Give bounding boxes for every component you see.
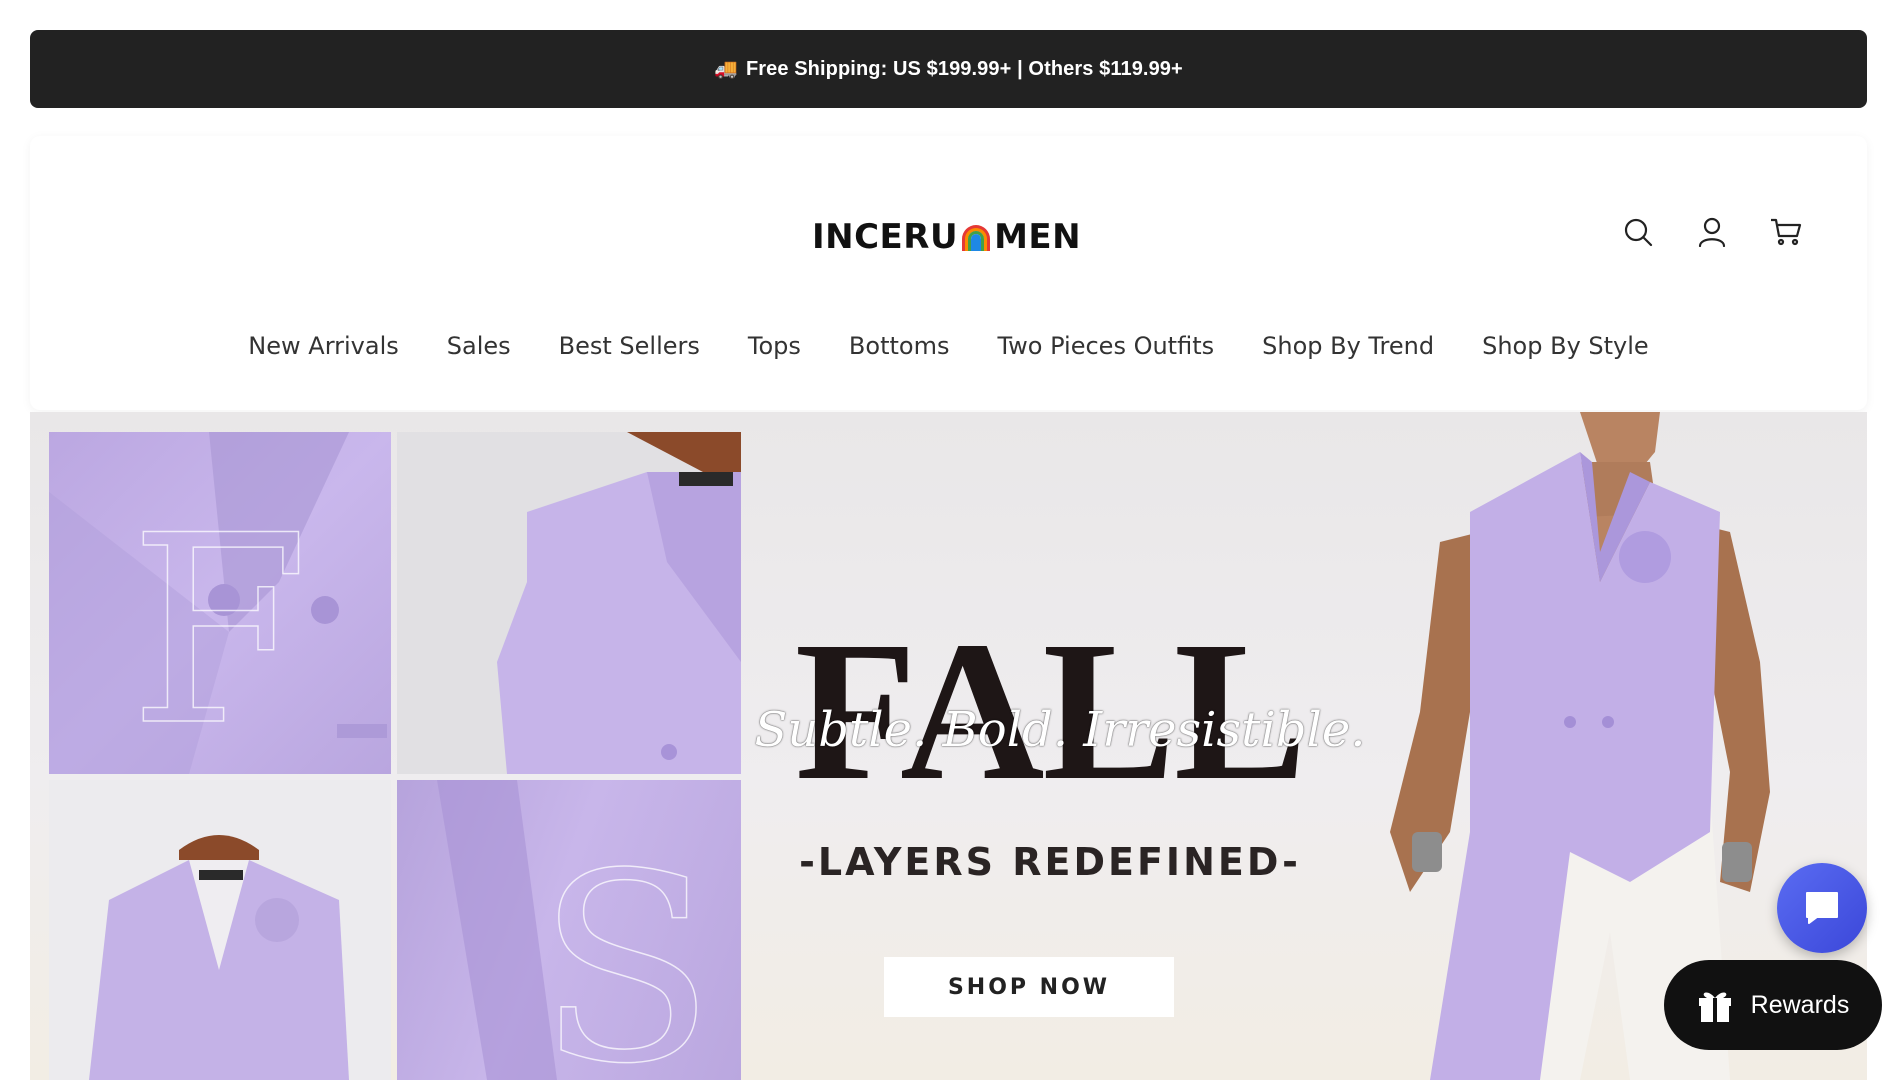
hero-banner[interactable]: F S FALL Subtle. Bold. Irresistible. -LA… <box>30 412 1867 1080</box>
nav-item-new-arrivals[interactable]: New Arrivals <box>248 332 398 372</box>
search-icon[interactable] <box>1622 214 1654 250</box>
site-header: INCERU MEN New Arrivals Sales Best Selle… <box>30 136 1867 410</box>
gift-icon <box>1698 992 1731 1022</box>
nav-item-shop-by-trend[interactable]: Shop By Trend <box>1262 332 1434 372</box>
main-nav: New Arrivals Sales Best Sellers Tops Bot… <box>30 332 1867 372</box>
chat-bubble-icon <box>1806 892 1838 924</box>
nav-item-two-pieces-outfits[interactable]: Two Pieces Outfits <box>997 332 1214 372</box>
product-image-vest-front <box>49 780 391 1080</box>
account-icon[interactable] <box>1696 214 1728 250</box>
rewards-button[interactable]: Rewards <box>1664 960 1882 1050</box>
cart-icon[interactable] <box>1770 214 1802 250</box>
announcement-bar: 🚚 Free Shipping: US $199.99+ | Others $1… <box>30 30 1867 108</box>
product-image-fabric-closeup: S <box>397 780 741 1080</box>
decorative-letter-s: S <box>536 819 716 1080</box>
chat-button[interactable] <box>1777 863 1867 953</box>
hero-script-tagline: Subtle. Bold. Irresistible. <box>754 702 1366 758</box>
logo-text-right: MEN <box>994 217 1082 257</box>
rewards-label: Rewards <box>1750 990 1850 1019</box>
decorative-letter-f: F <box>128 481 310 774</box>
nav-item-shop-by-style[interactable]: Shop By Style <box>1482 332 1649 372</box>
product-image-lapel-closeup: F <box>49 432 391 774</box>
shop-now-button[interactable]: SHOP NOW <box>884 957 1174 1017</box>
product-image-vest-hanger <box>397 432 741 774</box>
nav-item-bottoms[interactable]: Bottoms <box>849 332 950 372</box>
truck-icon: 🚚 <box>714 59 738 80</box>
announcement-text: Free Shipping: US $199.99+ | Others $119… <box>745 57 1183 80</box>
nav-item-best-sellers[interactable]: Best Sellers <box>559 332 700 372</box>
hero-subheading: -LAYERS REDEFINED- <box>799 840 1301 884</box>
nav-item-tops[interactable]: Tops <box>748 332 801 372</box>
nav-item-sales[interactable]: Sales <box>447 332 511 372</box>
logo-rainbow-arch <box>962 225 991 251</box>
logo-text-left: INCERU <box>812 217 959 257</box>
brand-logo[interactable]: INCERU MEN <box>812 212 1081 262</box>
